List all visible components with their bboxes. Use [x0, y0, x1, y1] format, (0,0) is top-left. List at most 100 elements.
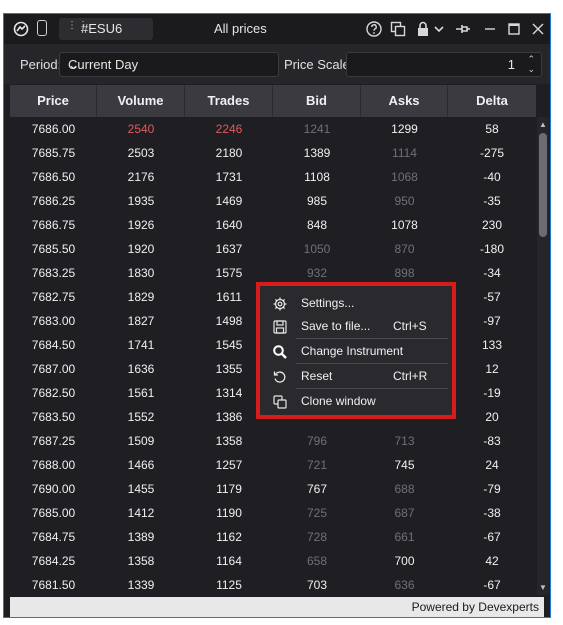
duplicate-icon[interactable]	[389, 20, 407, 38]
menu-item-reset[interactable]: Reset Ctrl+R	[260, 365, 452, 389]
column-header-volume[interactable]: Volume	[97, 85, 185, 117]
column-header-price[interactable]: Price	[10, 85, 97, 117]
menu-item-label: Settings...	[301, 296, 355, 310]
chevron-down-icon[interactable]	[430, 20, 448, 38]
menu-item-save-to-file[interactable]: Save to file... Ctrl+S	[260, 315, 452, 339]
phone-icon[interactable]	[37, 20, 47, 36]
cell-price: 7690.00	[31, 482, 76, 496]
table-row[interactable]: 7688.00 1466 1257 721 745 24	[10, 453, 536, 477]
cell-delta: -34	[483, 266, 501, 280]
cell-bid: 767	[306, 482, 328, 496]
scrollbar-thumb[interactable]	[539, 133, 547, 237]
cell-asks: 688	[394, 482, 415, 496]
menu-item-label: Clone window	[301, 394, 376, 408]
table-row[interactable]: 7681.50 1339 1125 703 636 -67	[10, 573, 536, 595]
cell-price: 7685.50	[31, 242, 76, 256]
cell-price: 7683.50	[31, 410, 76, 424]
symbol-chip[interactable]: ⋮⋮ #ESU6	[59, 18, 153, 40]
cell-price: 7686.25	[31, 194, 76, 208]
period-select[interactable]: Current Day ⌄	[59, 52, 279, 77]
cell-volume: 1339	[127, 578, 155, 592]
cell-volume: 1466	[127, 458, 155, 472]
table-row[interactable]: 7685.75 2503 2180 1389 1114 -275	[10, 141, 536, 165]
table-row[interactable]: 7686.25 1935 1469 985 950 -35	[10, 189, 536, 213]
price-scale-input[interactable]: 1 ⌃ ⌄	[346, 52, 542, 77]
price-scale-value: 1	[507, 57, 515, 72]
cell-price: 7683.25	[31, 266, 76, 280]
cell-delta: -40	[483, 170, 501, 184]
cell-bid: 725	[306, 506, 328, 520]
settings-toolbar: Period: Current Day ⌄ Price Scale: 1 ⌃ ⌄	[4, 44, 550, 84]
cell-price: 7684.75	[31, 530, 76, 544]
column-header-trades[interactable]: Trades	[185, 85, 273, 117]
cell-delta: 24	[485, 458, 499, 472]
table-row[interactable]: 7684.25 1358 1164 658 700 42	[10, 549, 536, 573]
column-header-bid[interactable]: Bid	[273, 85, 361, 117]
context-menu: Settings... Save to file... Ctrl+S Chang…	[256, 282, 456, 419]
cell-asks: 950	[394, 194, 415, 208]
pin-icon[interactable]	[454, 20, 472, 38]
cell-trades: 1731	[215, 170, 243, 184]
scroll-up-icon[interactable]: ▲	[539, 120, 547, 129]
window-title: All prices	[214, 21, 267, 36]
cell-trades: 1640	[215, 218, 243, 232]
help-icon[interactable]	[365, 20, 383, 38]
cell-bid: 1389	[303, 146, 331, 160]
cell-price: 7684.50	[31, 338, 76, 352]
cell-delta: -67	[483, 530, 501, 544]
table-row[interactable]: 7690.00 1455 1179 767 688 -79	[10, 477, 536, 501]
cell-asks: 1114	[392, 146, 417, 160]
minimize-icon[interactable]	[481, 20, 499, 38]
cell-bid: 1108	[304, 170, 330, 184]
cell-volume: 1920	[127, 242, 155, 256]
table-row[interactable]: 7684.75 1389 1162 728 661 -67	[10, 525, 536, 549]
menu-item-change-instrument[interactable]: Change Instrument	[260, 340, 452, 364]
footer-text: Powered by Devexperts	[411, 600, 539, 614]
cell-trades: 1162	[216, 530, 242, 544]
maximize-icon[interactable]	[505, 20, 523, 38]
scroll-down-icon[interactable]: ▼	[539, 583, 547, 592]
table-row[interactable]: 7687.25 1509 1358 796 713 -83	[10, 429, 536, 453]
title-bar[interactable]: ⋮⋮ #ESU6 All prices	[4, 14, 550, 44]
footer-bar: Powered by Devexperts	[10, 597, 544, 617]
cell-volume: 1926	[127, 218, 155, 232]
menu-item-settings[interactable]: Settings...	[260, 292, 452, 316]
cell-delta: 20	[485, 410, 499, 424]
menu-divider	[296, 338, 448, 339]
cell-trades: 1179	[216, 482, 242, 496]
column-header-delta[interactable]: Delta	[448, 85, 536, 117]
menu-divider	[296, 363, 448, 364]
vertical-scrollbar[interactable]: ▲ ▼	[537, 117, 549, 595]
cell-trades: 2246	[215, 122, 243, 136]
menu-item-shortcut: Ctrl+R	[393, 369, 428, 383]
cell-bid: 703	[306, 578, 328, 592]
cell-delta: -35	[483, 194, 501, 208]
cell-delta: -275	[479, 146, 505, 160]
cell-volume: 1509	[127, 434, 155, 448]
table-row[interactable]: 7686.50 2176 1731 1108 1068 -40	[10, 165, 536, 189]
cell-delta: -57	[483, 290, 501, 304]
stepper-arrows-icon[interactable]: ⌃ ⌄	[527, 54, 535, 74]
cell-delta: -180	[479, 242, 505, 256]
table-row[interactable]: 7686.75 1926 1640 848 1078 230	[10, 213, 536, 237]
cell-bid: 985	[306, 194, 328, 208]
menu-item-clone-window[interactable]: Clone window	[260, 390, 452, 414]
table-row[interactable]: 7685.50 1920 1637 1050 870 -180	[10, 237, 536, 261]
menu-item-label: Reset	[301, 369, 333, 383]
drag-handle-icon[interactable]: ⋮⋮	[67, 21, 88, 35]
column-header-asks[interactable]: Asks	[361, 85, 448, 117]
cell-bid: 728	[306, 530, 328, 544]
cell-asks: 700	[394, 554, 415, 568]
close-icon[interactable]	[529, 20, 547, 38]
cell-trades: 1190	[216, 506, 242, 520]
table-row[interactable]: 7686.00 2540 2246 1241 1299 58	[10, 117, 536, 141]
table-row[interactable]: 7685.00 1412 1190 725 687 -38	[10, 501, 536, 525]
cell-asks: 870	[394, 242, 415, 256]
cell-price: 7688.00	[31, 458, 76, 472]
cell-volume: 2540	[127, 122, 155, 136]
menu-item-label: Change Instrument	[301, 344, 404, 358]
cell-trades: 2180	[215, 146, 243, 160]
cell-bid: 1241	[303, 122, 331, 136]
cell-price: 7686.50	[31, 170, 76, 184]
symbol-label: #ESU6	[81, 21, 123, 36]
